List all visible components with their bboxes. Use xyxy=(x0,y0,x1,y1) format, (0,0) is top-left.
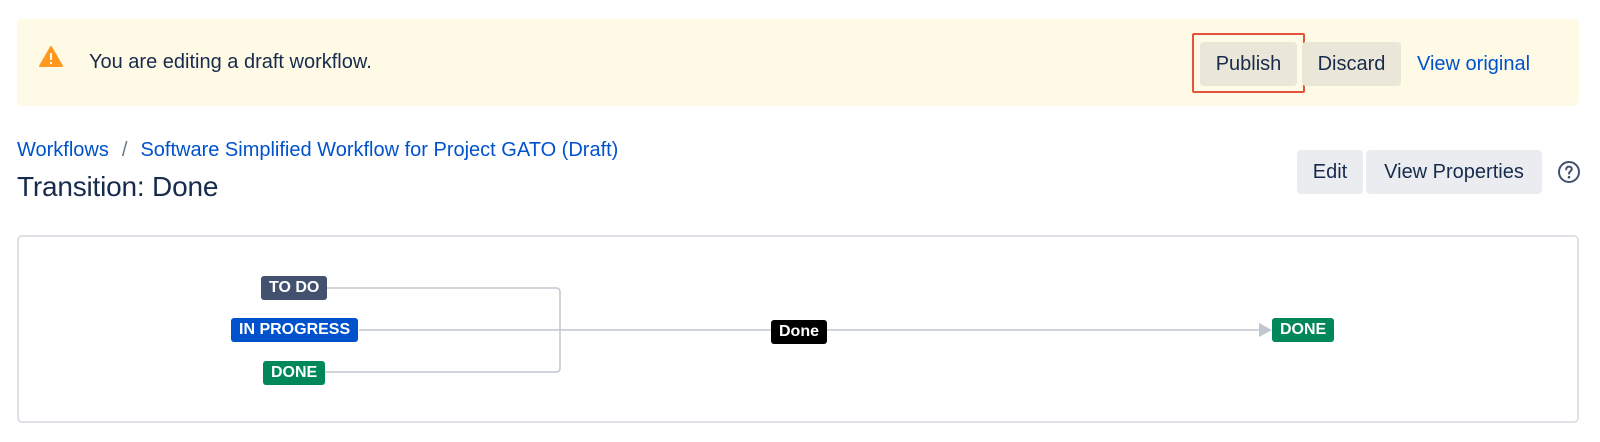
breadcrumb-workflows-link[interactable]: Workflows xyxy=(17,139,109,161)
breadcrumb-separator: / xyxy=(121,139,128,161)
transition-label: Done xyxy=(771,320,827,344)
view-original-link[interactable]: View original xyxy=(1417,51,1530,77)
edit-button[interactable]: Edit xyxy=(1297,150,1363,194)
connector-arrowhead xyxy=(1259,323,1272,337)
page-title: Transition: Done xyxy=(17,171,219,202)
help-icon[interactable] xyxy=(1557,160,1581,184)
breadcrumb-workflow-link[interactable]: Software Simplified Workflow for Project… xyxy=(140,139,618,161)
transition-diagram: TO DO IN PROGRESS DONE Done DONE xyxy=(17,235,1579,423)
publish-button[interactable]: Publish xyxy=(1200,42,1297,86)
status-lozenge-done-target: DONE xyxy=(1272,318,1335,342)
status-lozenge-todo: TO DO xyxy=(261,276,328,300)
discard-button[interactable]: Discard xyxy=(1302,42,1401,86)
status-lozenge-done-source: DONE xyxy=(263,361,326,385)
draft-warning-message: You are editing a draft workflow. xyxy=(89,51,372,73)
warning-icon xyxy=(39,46,63,67)
draft-warning-banner: You are editing a draft workflow. Publis… xyxy=(17,19,1579,106)
status-lozenge-in-progress: IN PROGRESS xyxy=(231,318,359,342)
breadcrumb: Workflows / Software Simplified Workflow f… xyxy=(17,137,618,163)
view-properties-button[interactable]: View Properties xyxy=(1366,150,1542,194)
